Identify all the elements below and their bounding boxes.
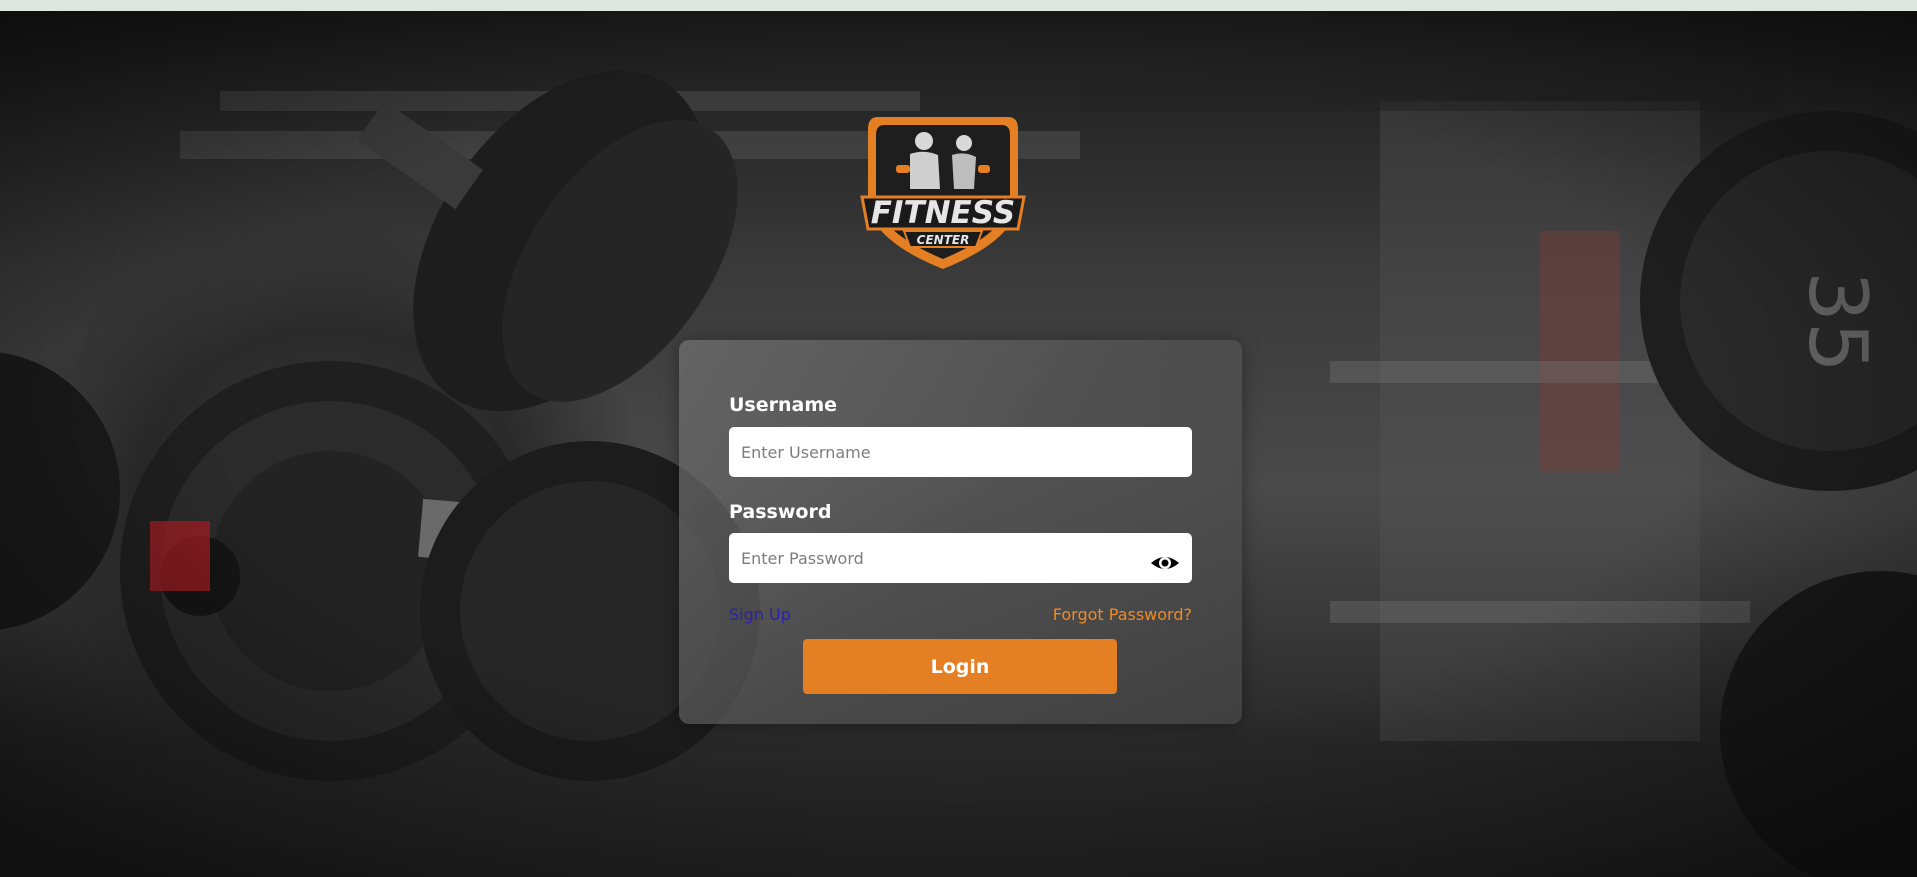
logo-subtitle: CENTER <box>917 233 970 247</box>
password-input[interactable] <box>729 533 1192 583</box>
username-input[interactable] <box>729 427 1192 477</box>
login-button[interactable]: Login <box>803 639 1117 694</box>
sign-up-link[interactable]: Sign Up <box>729 605 791 624</box>
username-label: Username <box>729 394 838 416</box>
eye-icon[interactable] <box>1149 547 1181 579</box>
forgot-password-link[interactable]: Forgot Password? <box>1053 605 1192 624</box>
fitness-center-logo: FITNESS CENTER <box>858 99 1028 271</box>
login-card: Username Password Sign Up Forgot Passwor… <box>679 340 1242 724</box>
logo-title: FITNESS <box>871 195 1016 231</box>
password-label: Password <box>729 501 832 523</box>
